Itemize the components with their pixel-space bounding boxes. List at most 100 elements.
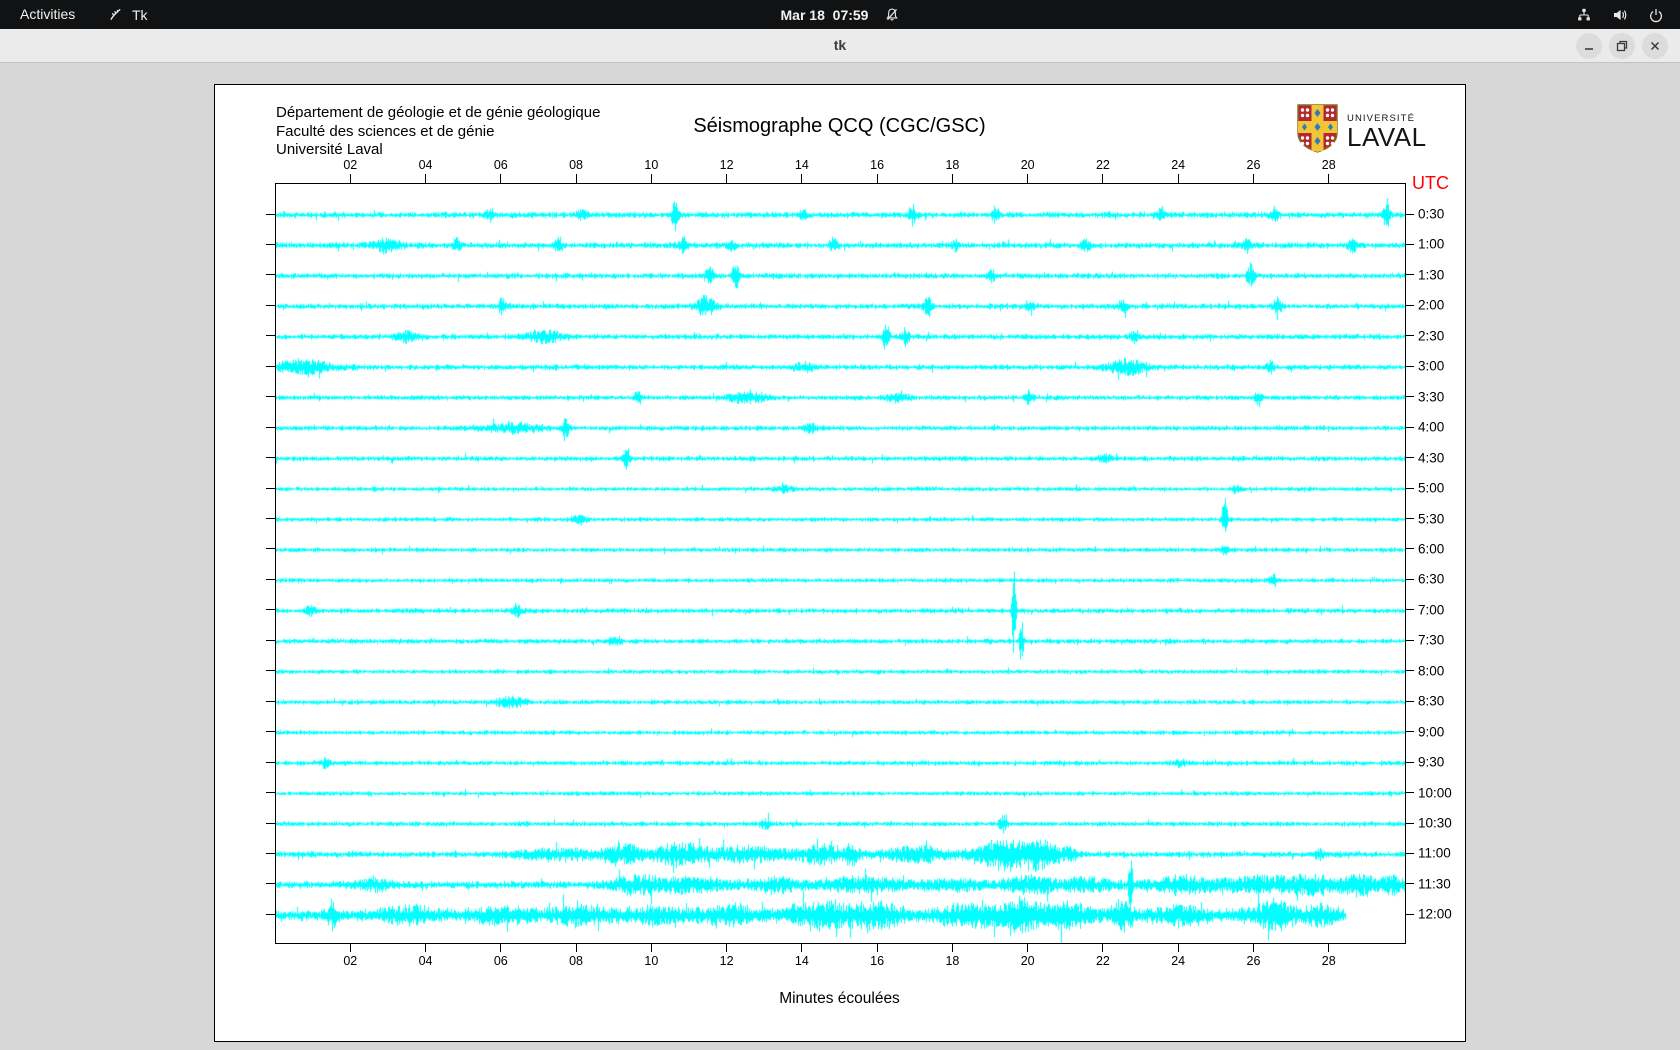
trace-tick-right	[1405, 822, 1414, 824]
trace-time-label: 2:30	[1418, 328, 1445, 344]
trace-time-label: 7:30	[1418, 632, 1445, 648]
x-tick-bottom	[801, 943, 803, 952]
trace-tick-right	[1405, 487, 1414, 489]
trace-time-label: 11:30	[1418, 876, 1451, 892]
x-tick-label-top: 04	[418, 158, 433, 172]
x-tick-label-bottom: 20	[1020, 954, 1035, 968]
trace-time-label: 7:00	[1418, 602, 1445, 618]
laval-shield-icon	[1297, 104, 1338, 158]
laval-logo-large-text: LAVAL	[1347, 121, 1427, 152]
x-tick-label-top: 24	[1171, 158, 1186, 172]
x-tick-bottom	[1252, 943, 1254, 952]
clock-text: Mar 18 07:59	[780, 6, 869, 23]
x-tick-label-bottom: 16	[870, 954, 885, 968]
x-tick-label-bottom: 08	[569, 954, 584, 968]
seismograph-canvas: Département de géologie et de génie géol…	[214, 84, 1466, 1042]
x-tick-bottom	[876, 943, 878, 952]
restore-button[interactable]	[1609, 33, 1635, 59]
focused-app-label: Tk	[132, 6, 148, 23]
trace-tick-right	[1405, 243, 1414, 245]
x-tick-label-top: 28	[1321, 158, 1336, 172]
x-tick-label-top: 10	[644, 158, 659, 172]
trace-tick-right	[1405, 213, 1414, 215]
restore-icon	[1616, 40, 1628, 52]
x-tick-bottom	[1102, 943, 1104, 952]
x-tick-label-bottom: 02	[343, 954, 358, 968]
trace-time-label: 6:00	[1418, 541, 1445, 557]
trace-tick-left	[266, 913, 275, 915]
focused-app-menu[interactable]: Tk	[108, 0, 148, 29]
trace-tick-left	[266, 548, 275, 550]
x-tick-label-bottom: 06	[493, 954, 508, 968]
trace-tick-right	[1405, 304, 1414, 306]
x-tick-top	[1102, 174, 1104, 183]
trace-tick-left	[266, 396, 275, 398]
power-icon	[1648, 7, 1664, 23]
x-tick-label-top: 12	[719, 158, 734, 172]
trace-tick-left	[266, 274, 275, 276]
x-tick-bottom	[500, 943, 502, 952]
x-tick-top	[801, 174, 803, 183]
x-tick-label-bottom: 22	[1095, 954, 1110, 968]
x-tick-top	[1027, 174, 1029, 183]
chart-title: Séismographe QCQ (CGC/GSC)	[693, 115, 986, 137]
x-tick-top	[1177, 174, 1179, 183]
x-tick-label-top: 02	[343, 158, 358, 172]
trace-time-label: 5:30	[1418, 511, 1445, 526]
trace-time-label: 2:00	[1418, 297, 1445, 313]
window-controls	[1576, 33, 1668, 59]
trace-time-label: 4:30	[1418, 450, 1445, 466]
minimize-button[interactable]	[1576, 33, 1602, 59]
x-tick-bottom	[1177, 943, 1179, 952]
volume-icon	[1612, 7, 1628, 23]
trace-tick-right	[1405, 792, 1414, 794]
utc-label: UTC	[1412, 173, 1449, 193]
x-tick-label-bottom: 24	[1171, 954, 1186, 968]
window-titlebar[interactable]: tk	[0, 29, 1680, 63]
close-button[interactable]	[1642, 33, 1668, 59]
trace-time-label: 4:00	[1418, 419, 1445, 435]
x-tick-top	[951, 174, 953, 183]
tk-feather-icon	[108, 7, 123, 22]
x-tick-label-top: 16	[870, 158, 885, 172]
trace-time-label: 10:30	[1418, 815, 1452, 831]
x-tick-label-bottom: 28	[1321, 954, 1336, 968]
x-tick-bottom	[650, 943, 652, 952]
plot-area	[275, 183, 1406, 944]
trace-tick-left	[266, 304, 275, 306]
trace-time-label: 0:30	[1418, 206, 1445, 222]
trace-time-label: 1:00	[1418, 236, 1445, 252]
trace-time-label: 3:00	[1418, 358, 1445, 374]
trace-tick-left	[266, 335, 275, 337]
trace-tick-right	[1405, 883, 1414, 885]
x-tick-label-bottom: 12	[719, 954, 734, 968]
trace-tick-right	[1405, 761, 1414, 763]
x-tick-label-top: 18	[945, 158, 960, 172]
x-tick-label-top: 22	[1095, 158, 1110, 172]
system-status-area[interactable]	[1576, 0, 1664, 29]
x-tick-label-top: 08	[569, 158, 584, 172]
trace-time-label: 11:00	[1418, 845, 1451, 861]
x-tick-bottom	[349, 943, 351, 952]
trace-time-label: 10:00	[1418, 785, 1452, 801]
trace-tick-left	[266, 670, 275, 672]
trace-tick-right	[1405, 700, 1414, 702]
network-icon	[1576, 7, 1592, 23]
trace-tick-left	[266, 761, 275, 763]
trace-tick-left	[266, 792, 275, 794]
x-tick-top	[1328, 174, 1330, 183]
x-axis-title: Minutes écoulées	[779, 990, 900, 1007]
trace-tick-right	[1405, 426, 1414, 428]
activities-button[interactable]: Activities	[20, 0, 75, 29]
clock-menu[interactable]: Mar 18 07:59	[781, 0, 900, 29]
notifications-muted-icon	[884, 7, 899, 22]
trace-time-label: 8:00	[1418, 663, 1445, 679]
trace-tick-right	[1405, 335, 1414, 337]
trace-tick-right	[1405, 457, 1414, 459]
trace-tick-left	[266, 883, 275, 885]
x-tick-top	[349, 174, 351, 183]
trace-tick-left	[266, 639, 275, 641]
trace-time-label: 9:30	[1418, 754, 1445, 770]
trace-tick-left	[266, 822, 275, 824]
x-tick-top	[726, 174, 728, 183]
